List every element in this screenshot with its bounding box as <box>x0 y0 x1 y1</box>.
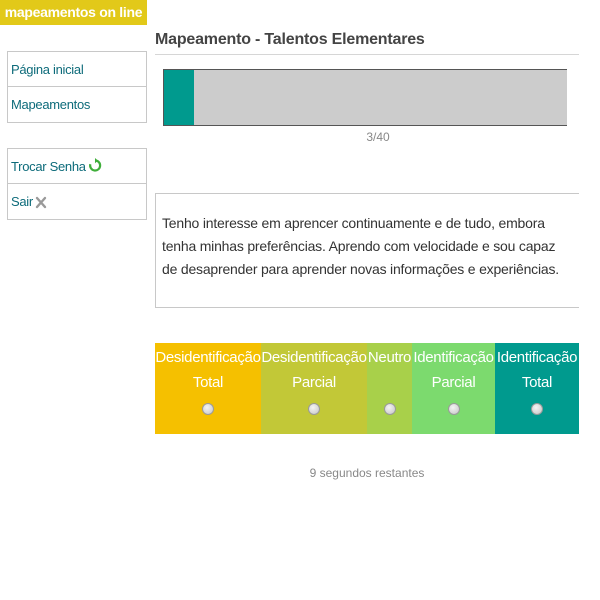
option-label: Identificação <box>413 349 494 366</box>
radio-button[interactable] <box>447 403 460 415</box>
progress-label: 3/40 <box>366 130 390 144</box>
option-label: Total <box>192 374 224 391</box>
option-label: Neutro <box>367 349 412 366</box>
sidebar-user-menu: Trocar Senha Sair <box>7 148 147 220</box>
sidebar-item-change-password[interactable]: Trocar Senha <box>8 149 146 184</box>
sidebar-item-label: Página inicial <box>11 61 84 77</box>
option-desidentificacao-parcial[interactable]: Desidentificação Parcial <box>261 343 367 434</box>
option-label: Identificação <box>496 349 578 366</box>
sidebar-item-label: Mapeamentos <box>11 97 91 112</box>
refresh-icon <box>88 158 102 174</box>
title-divider <box>155 54 579 55</box>
option-label: Desidentificação <box>155 349 261 366</box>
timer-text: 9 segundos restantes <box>309 466 425 480</box>
page-title: Mapeamento - Talentos Elementares <box>155 31 425 48</box>
option-identificacao-parcial[interactable]: Identificação Parcial <box>412 343 495 434</box>
option-label: Parcial <box>431 374 476 391</box>
sidebar-item-mapeamentos[interactable]: Mapeamentos <box>8 87 146 122</box>
statement-text: Tenho interesse em aprencer continuament… <box>162 215 559 277</box>
progress-fill <box>164 70 195 125</box>
option-label: Total <box>521 374 553 391</box>
radio-button[interactable] <box>531 403 543 415</box>
answer-options: Desidentificação Total Desidentificação … <box>155 343 579 434</box>
sidebar-item-logout[interactable]: Sair <box>8 184 146 219</box>
brand-logo: mapeamentos on line <box>0 0 147 25</box>
close-icon <box>35 195 47 209</box>
progress-bar <box>163 69 567 126</box>
option-neutro[interactable]: Neutro <box>367 343 412 434</box>
radio-button[interactable] <box>202 403 214 415</box>
option-identificacao-total[interactable]: Identificação Total <box>495 343 579 434</box>
sidebar-item-home[interactable]: Página inicial <box>8 52 146 87</box>
option-label <box>367 370 412 395</box>
option-label: Parcial <box>292 374 336 391</box>
statement-box: Tenho interesse em aprencer continuament… <box>155 193 579 308</box>
sidebar-item-label: Sair <box>11 194 33 209</box>
radio-button[interactable] <box>383 403 396 415</box>
option-label: Desidentificação <box>261 349 367 366</box>
radio-button[interactable] <box>308 403 320 415</box>
sidebar-main-menu: Página inicial Mapeamentos <box>7 51 147 123</box>
sidebar-item-label: Trocar Senha <box>11 158 86 174</box>
option-desidentificacao-total[interactable]: Desidentificação Total <box>155 343 261 434</box>
